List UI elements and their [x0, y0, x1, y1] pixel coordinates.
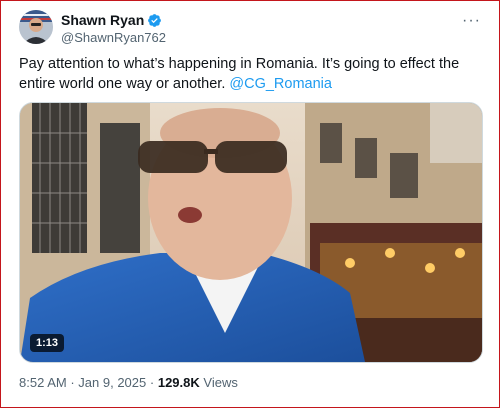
- avatar-image: [19, 10, 53, 44]
- meta-separator-2: ·: [149, 375, 155, 390]
- tweet-text: Pay attention to what’s happening in Rom…: [19, 54, 481, 94]
- views-label: Views: [203, 375, 238, 390]
- tweet-card: Shawn Ryan @ShawnRyan762 ··· Pay attenti…: [0, 0, 500, 408]
- verified-badge-icon: [147, 13, 162, 28]
- avatar[interactable]: [19, 10, 53, 44]
- tweet-time[interactable]: 8:52 AM: [19, 375, 67, 390]
- meta-separator: ·: [70, 375, 75, 390]
- tweet-meta: 8:52 AM · Jan 9, 2025 · 129.8K Views: [19, 375, 238, 390]
- author-handle[interactable]: @ShawnRyan762: [61, 30, 166, 45]
- video-duration: 1:13: [30, 334, 65, 352]
- more-options-icon[interactable]: ···: [462, 12, 481, 30]
- video-thumbnail: [20, 103, 482, 362]
- views-count: 129.8K: [157, 375, 200, 390]
- author-name[interactable]: Shawn Ryan: [61, 12, 144, 28]
- tweet-header: Shawn Ryan @ShawnRyan762 ···: [19, 10, 489, 46]
- video-player[interactable]: 1:13: [19, 102, 483, 363]
- tweet-date[interactable]: Jan 9, 2025: [78, 375, 146, 390]
- mention-link[interactable]: @CG_Romania: [229, 76, 332, 92]
